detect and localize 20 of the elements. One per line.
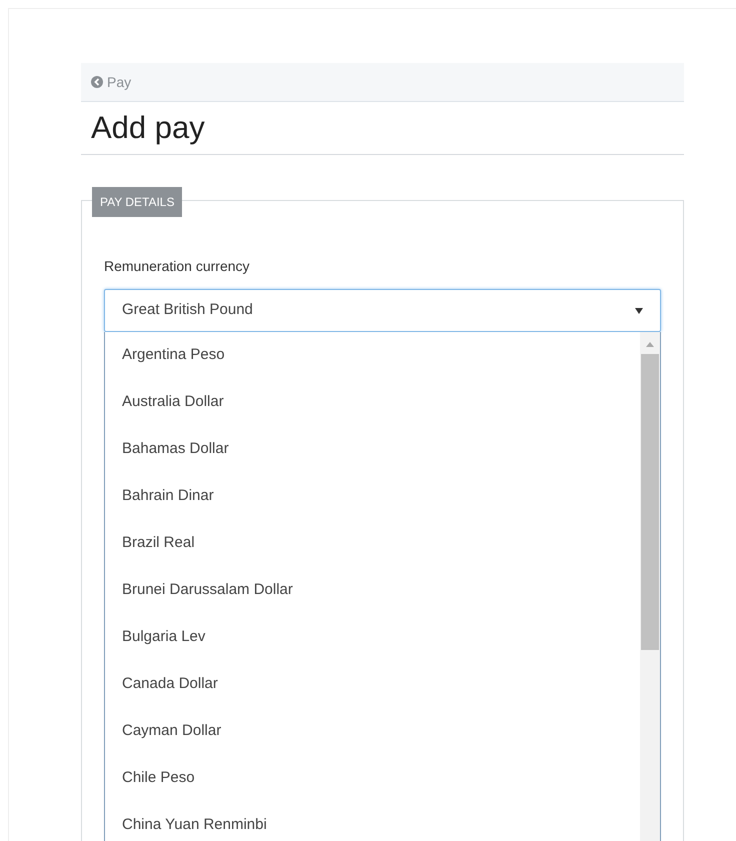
dropdown-option[interactable]: Bahrain Dinar xyxy=(105,473,638,520)
page-title: Add pay xyxy=(81,102,684,155)
dropdown-option[interactable]: Australia Dollar xyxy=(105,379,638,426)
select-value: Great British Pound xyxy=(122,300,253,320)
scrollbar-thumb[interactable] xyxy=(641,354,659,650)
dropdown-option[interactable]: Argentina Peso xyxy=(105,332,638,379)
section-legend: PAY DETAILS xyxy=(92,187,182,217)
field-label: Remuneration currency xyxy=(104,257,251,276)
dropdown-option[interactable]: China Yuan Renminbi xyxy=(105,802,638,841)
dropdown-option[interactable]: Bulgaria Lev xyxy=(105,614,638,661)
dropdown-option[interactable]: Canada Dollar xyxy=(105,661,638,708)
dropdown-option[interactable]: Brunei Darussalam Dollar xyxy=(105,567,638,614)
dropdown-option[interactable]: Chile Peso xyxy=(105,755,638,802)
dropdown-option[interactable]: Cayman Dollar xyxy=(105,708,638,755)
scrollbar[interactable] xyxy=(640,332,660,841)
scroll-up-icon[interactable] xyxy=(646,342,654,347)
currency-select[interactable]: Great British Pound xyxy=(104,289,661,332)
dropdown-option[interactable]: Bahamas Dollar xyxy=(105,426,638,473)
caret-icon xyxy=(635,308,643,314)
dropdown-option[interactable]: Brazil Real xyxy=(105,520,638,567)
